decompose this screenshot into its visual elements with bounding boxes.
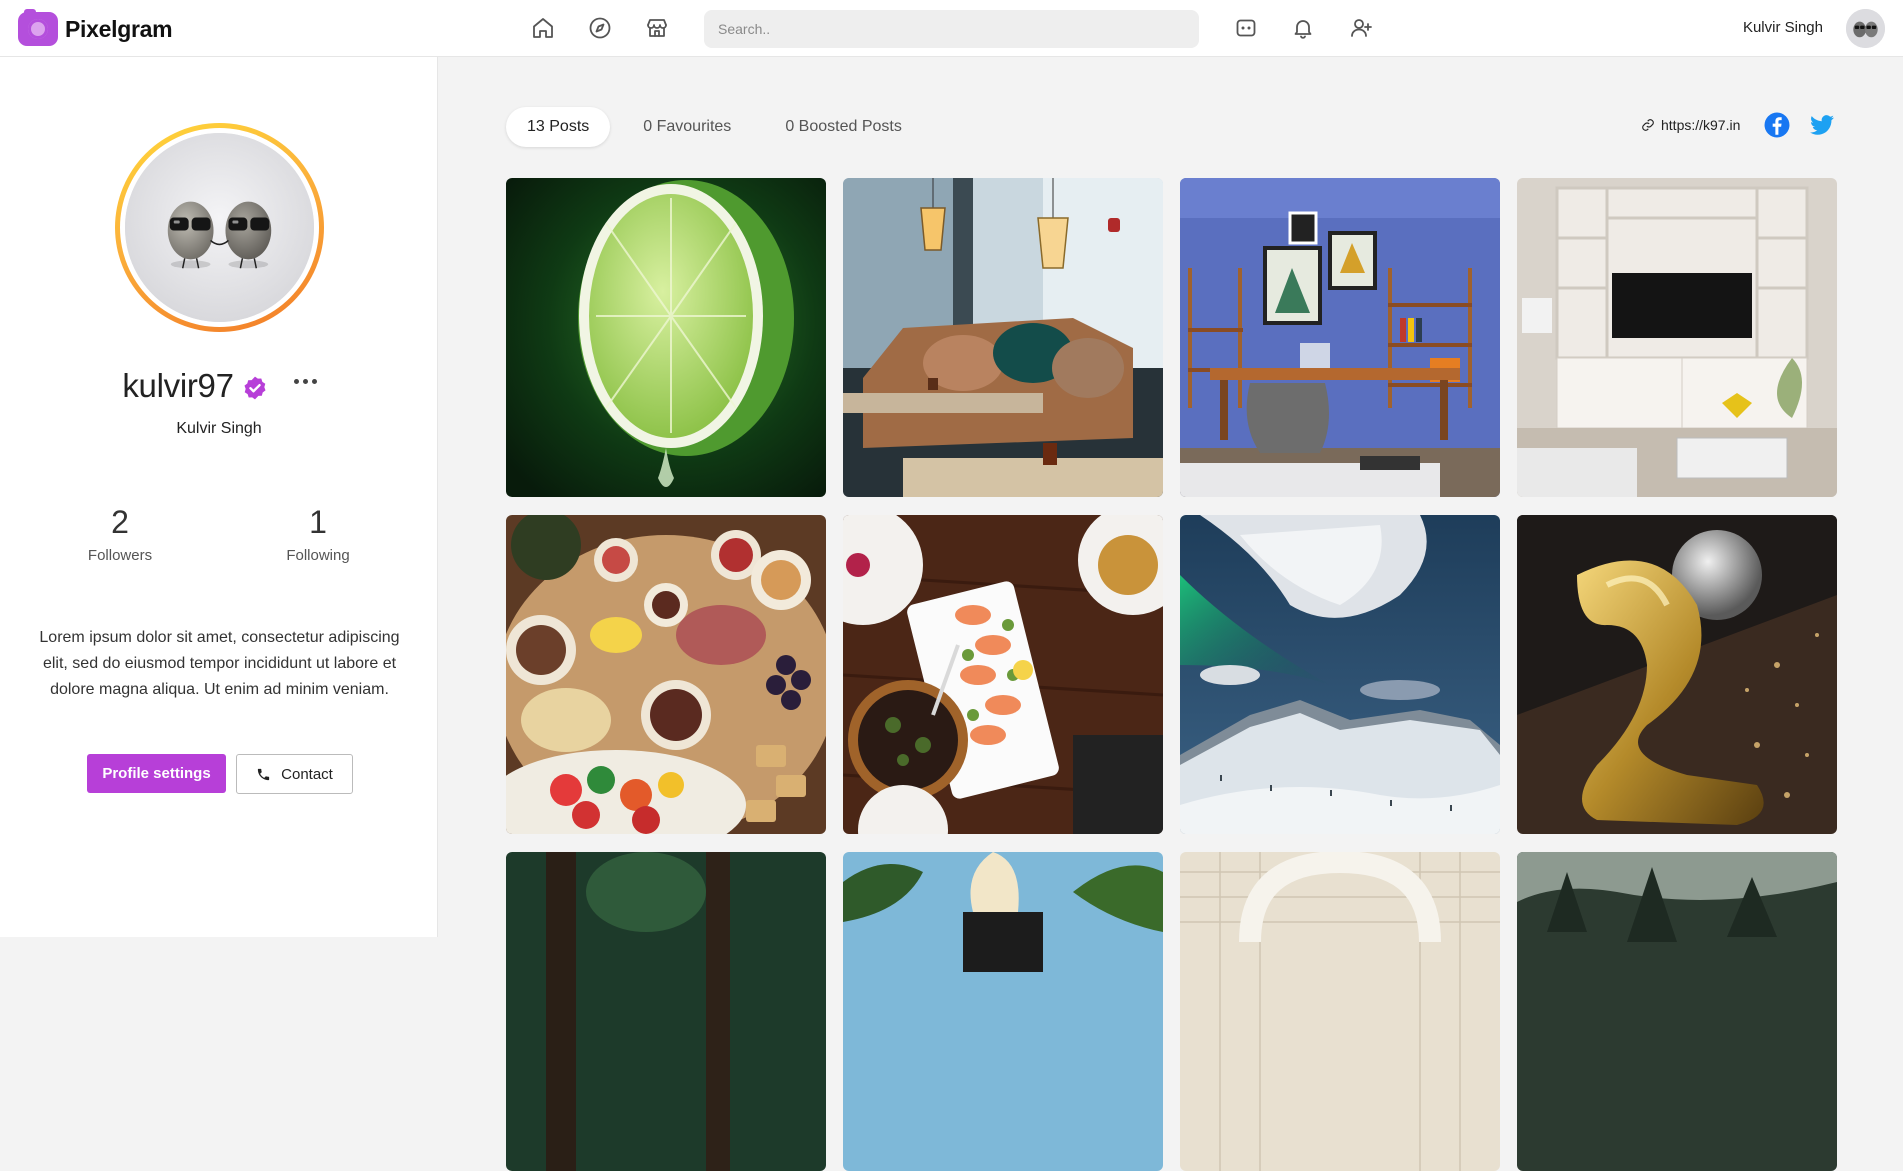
shrimp-dinner-photo	[843, 515, 1163, 834]
post-tile[interactable]	[843, 515, 1163, 834]
link-icon	[1642, 119, 1654, 131]
bell-icon[interactable]	[1290, 15, 1316, 41]
forest-photo	[506, 852, 826, 1171]
profile-handle: kulvir97	[122, 367, 234, 404]
top-bar: Pixelgram Kulvir Singh	[0, 0, 1903, 57]
avatar[interactable]	[1846, 9, 1885, 48]
tab-favourites[interactable]: 0 Favourites	[622, 107, 752, 147]
followers-stat[interactable]: 2 Followers	[50, 504, 190, 564]
post-tile[interactable]	[506, 178, 826, 497]
post-tile[interactable]	[506, 852, 826, 1171]
following-stat[interactable]: 1 Following	[248, 504, 388, 564]
post-tile[interactable]	[1517, 515, 1837, 834]
more-options-icon[interactable]	[293, 379, 320, 387]
charcuterie-board-photo	[506, 515, 826, 834]
website-link[interactable]: https://k97.in	[1641, 117, 1740, 133]
profile-bio: Lorem ipsum dolor sit amet, consectetur …	[39, 629, 400, 698]
palm-trees-photo	[843, 852, 1163, 1171]
living-room-tv-photo	[1517, 178, 1837, 497]
post-tile[interactable]	[1517, 852, 1837, 1171]
current-user-name[interactable]: Kulvir Singh	[1743, 19, 1823, 36]
followers-label: Followers	[87, 547, 153, 564]
verified-badge-icon	[244, 376, 266, 400]
search-input[interactable]	[704, 10, 1199, 48]
post-tile[interactable]	[843, 852, 1163, 1171]
add-user-icon[interactable]	[1348, 15, 1374, 41]
following-count: 1	[309, 504, 327, 540]
aurora-mountains-photo	[1180, 515, 1500, 834]
store-icon[interactable]	[644, 15, 670, 41]
post-tile[interactable]	[506, 515, 826, 834]
misty-forest-photo	[1517, 852, 1837, 1171]
profile-tabs: 13 Posts 0 Favourites 0 Boosted Posts	[506, 107, 935, 147]
brand[interactable]: Pixelgram	[18, 9, 173, 47]
camera-icon	[18, 9, 58, 46]
profile-full-name: Kulvir Singh	[176, 420, 262, 437]
tab-boosted-posts[interactable]: 0 Boosted Posts	[764, 107, 923, 147]
facebook-icon[interactable]	[1764, 112, 1790, 138]
gold-balloon-photo	[1517, 515, 1837, 834]
website-url: https://k97.in	[1661, 117, 1741, 133]
messages-icon[interactable]	[1233, 15, 1259, 41]
profile-sidebar: kulvir97 Kulvir Singh 2 Followers 1 Foll…	[0, 57, 438, 937]
profile-settings-button[interactable]: Profile settings	[87, 754, 226, 793]
contact-button[interactable]: Contact	[236, 754, 353, 794]
brand-name: Pixelgram	[65, 15, 173, 42]
cafe-interior-photo	[843, 178, 1163, 497]
post-tile[interactable]	[1180, 852, 1500, 1171]
following-label: Following	[286, 547, 350, 564]
followers-count: 2	[111, 504, 129, 540]
home-icon[interactable]	[530, 15, 556, 41]
phone-icon	[258, 768, 270, 780]
tab-posts[interactable]: 13 Posts	[506, 107, 611, 147]
contact-label: Contact	[281, 765, 333, 783]
lime-half-photo	[506, 178, 826, 497]
tiled-arch-photo	[1180, 852, 1500, 1171]
compass-icon[interactable]	[587, 15, 613, 41]
profile-avatar[interactable]	[115, 123, 324, 332]
profile-handle-row: kulvir97	[0, 367, 438, 405]
post-tile[interactable]	[1180, 515, 1500, 834]
post-tile[interactable]	[1180, 178, 1500, 497]
blue-office-photo	[1180, 178, 1500, 497]
post-tile[interactable]	[843, 178, 1163, 497]
post-tile[interactable]	[1517, 178, 1837, 497]
twitter-icon[interactable]	[1809, 112, 1835, 138]
